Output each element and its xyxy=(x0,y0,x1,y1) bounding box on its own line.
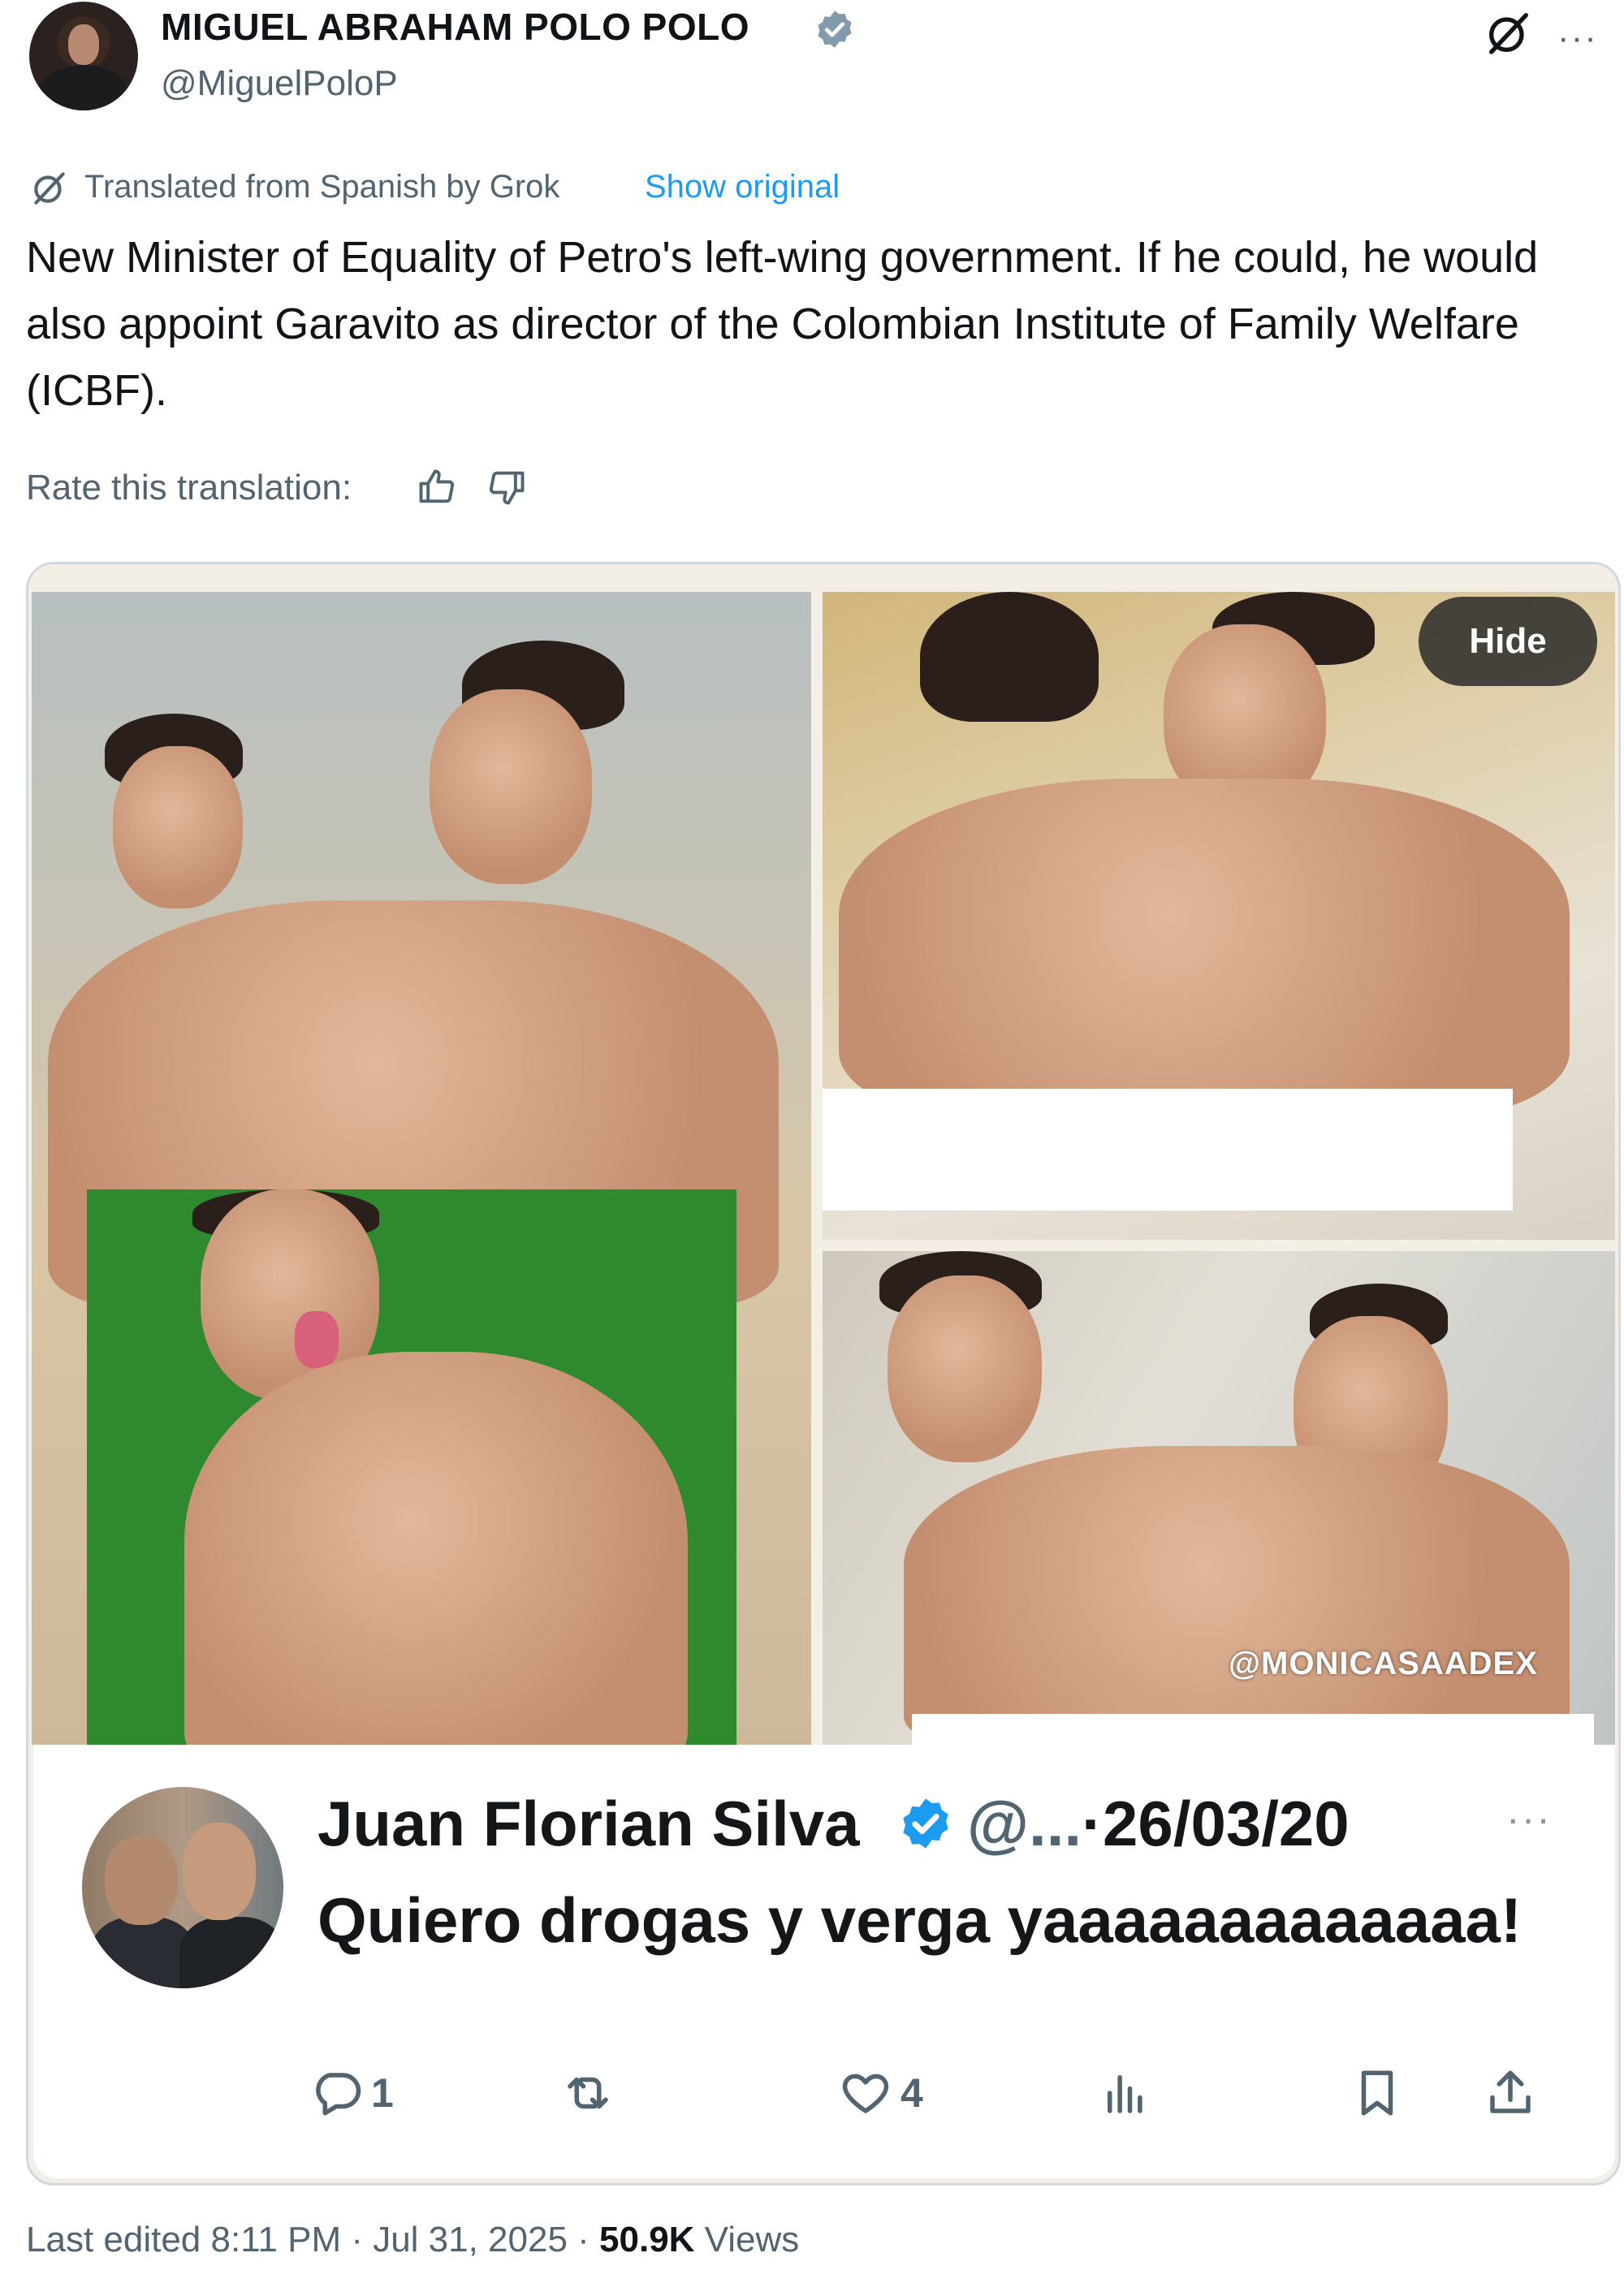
quoted-author-name: Juan Florian Silva xyxy=(317,1788,860,1859)
quoted-author-avatar xyxy=(82,1787,283,1988)
quoted-date: ·26/03/20 xyxy=(1082,1788,1350,1859)
quoted-tweet: Juan Florian Silva @...·26/03/20 ··· Qui… xyxy=(33,1745,1615,2178)
author-handle[interactable]: @MiguelPoloP xyxy=(161,63,398,104)
media-card[interactable]: Hide @MONICASAADEX Juan Florian Silva @.… xyxy=(26,562,1621,2186)
quoted-more-icon: ··· xyxy=(1506,1796,1552,1841)
quoted-author-handle: @... xyxy=(967,1788,1082,1859)
verified-badge-icon xyxy=(903,1798,948,1849)
thumbs-up-icon[interactable] xyxy=(416,466,458,508)
bookmark-icon xyxy=(1361,2070,1393,2116)
heart-icon xyxy=(842,2074,889,2113)
thumbs-down-icon[interactable] xyxy=(486,466,528,508)
quoted-meta: @...·26/03/20 xyxy=(967,1787,1350,1861)
image-watermark: @MONICASAADEX xyxy=(1229,1646,1538,1681)
views-chart-icon xyxy=(1108,2075,1142,2113)
quoted-share-action xyxy=(1484,2065,1537,2121)
translated-note: Translated from Spanish by Grok xyxy=(84,169,560,205)
views-label: Views xyxy=(694,2220,800,2259)
like-count: 4 xyxy=(901,2070,923,2116)
verified-badge-icon xyxy=(818,11,852,48)
media-photo-4[interactable] xyxy=(87,1189,736,1750)
media-photo-2[interactable] xyxy=(823,592,1615,1240)
grok-translate-icon xyxy=(34,172,65,205)
quoted-bookmark-action xyxy=(1350,2065,1404,2121)
quoted-like-action: 4 xyxy=(839,2065,923,2121)
tweet-text: New Minister of Equality of Petro's left… xyxy=(26,233,1539,415)
quoted-text: Quiero drogas y verga yaaaaaaaaaaaaa! xyxy=(317,1884,1522,1956)
share-icon xyxy=(1490,2070,1531,2113)
hide-media-button[interactable]: Hide xyxy=(1419,597,1597,686)
retweet-icon xyxy=(568,2077,608,2109)
tweet-meta-footer: Last edited 8:11 PM · Jul 31, 2025 · 50.… xyxy=(26,2220,799,2260)
author-name[interactable]: MIGUEL ABRAHAM POLO POLO xyxy=(161,5,749,49)
edited-timestamp[interactable]: Last edited 8:11 PM · Jul 31, 2025 · xyxy=(26,2220,599,2259)
reply-icon xyxy=(316,2073,361,2116)
quoted-views-action xyxy=(1099,2065,1152,2121)
more-options-icon[interactable]: ··· xyxy=(1557,18,1598,58)
show-original-link[interactable]: Show original xyxy=(645,169,840,205)
views-count: 50.9K xyxy=(599,2220,695,2259)
grok-icon[interactable] xyxy=(1483,6,1535,58)
rate-translation-label: Rate this translation: xyxy=(26,468,352,507)
author-avatar[interactable] xyxy=(29,2,138,110)
quoted-retweet-action xyxy=(561,2065,615,2121)
reply-count: 1 xyxy=(371,2070,394,2116)
quoted-reply-action: 1 xyxy=(309,2065,394,2121)
